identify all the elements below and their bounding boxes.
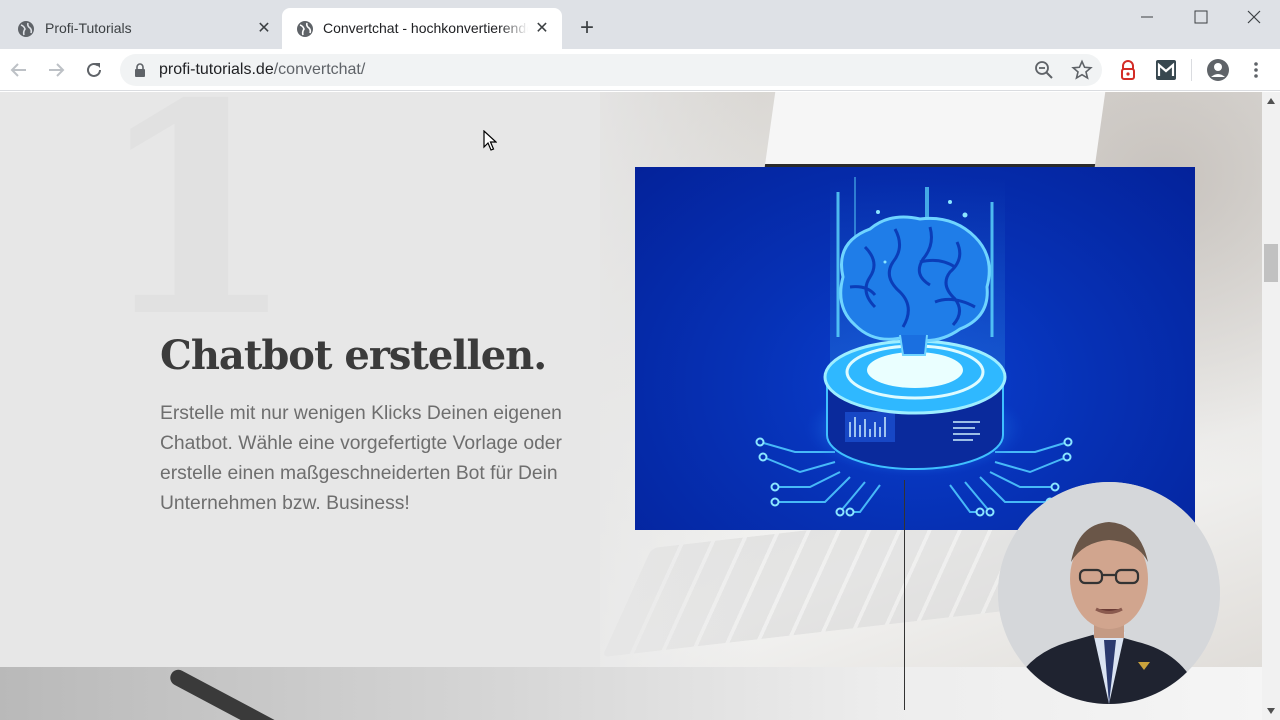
tab-title: Convertchat - hochkonvertierende [323, 8, 528, 49]
step-number: 1 [95, 92, 297, 381]
scroll-down-icon[interactable] [1267, 708, 1275, 714]
minimize-icon[interactable] [1136, 6, 1158, 28]
globe-icon [18, 21, 34, 37]
close-icon[interactable]: ✕ [254, 19, 274, 39]
browser-toolbar: profi-tutorials.de/convertchat/ [0, 49, 1280, 91]
tab-title: Profi-Tutorials [45, 20, 132, 36]
page-viewport: 1 Chatbot erstellen. Erstelle mit nur we… [0, 92, 1262, 720]
address-bar[interactable]: profi-tutorials.de/convertchat/ [120, 54, 1102, 86]
presenter-webcam [998, 482, 1220, 704]
toolbar-separator [1191, 59, 1192, 81]
lastpass-icon[interactable] [1117, 59, 1139, 81]
mouse-cursor-icon [483, 130, 497, 151]
menu-kebab-icon[interactable] [1245, 59, 1267, 81]
divider-line [904, 480, 905, 710]
profile-avatar-icon[interactable] [1206, 58, 1230, 82]
forward-arrow-icon[interactable] [45, 59, 67, 81]
ai-brain-illustration [635, 167, 1195, 530]
close-window-icon[interactable] [1243, 6, 1265, 28]
url-path: /convertchat/ [273, 61, 366, 78]
scrollbar-thumb[interactable] [1264, 244, 1278, 282]
tab-strip: Profi-Tutorials ✕ Convertchat - hochkonv… [0, 0, 1280, 49]
reload-icon[interactable] [83, 59, 105, 81]
tab-profi-tutorials[interactable]: Profi-Tutorials ✕ [0, 8, 282, 49]
section-description: Erstelle mit nur wenigen Klicks Deinen e… [160, 403, 562, 514]
section-heading: Chatbot erstellen. [160, 332, 547, 379]
tab-convertchat[interactable]: Convertchat - hochkonvertierende ✕ [282, 8, 562, 49]
vertical-scrollbar[interactable] [1262, 92, 1280, 720]
brain-illustration-svg [755, 177, 1073, 517]
scroll-up-icon[interactable] [1267, 98, 1275, 104]
lock-icon[interactable] [134, 63, 146, 77]
globe-icon [297, 21, 313, 37]
zoom-out-icon[interactable] [1034, 60, 1054, 80]
url-domain: profi-tutorials.de [159, 61, 274, 78]
maximize-icon[interactable] [1190, 6, 1212, 28]
url-text[interactable]: profi-tutorials.de/convertchat/ [159, 54, 365, 86]
presenter-silhouette [998, 482, 1220, 704]
bookmark-star-icon[interactable] [1071, 59, 1093, 81]
close-icon[interactable]: ✕ [532, 19, 552, 39]
laptop-screen-photo [764, 92, 1106, 167]
new-tab-button[interactable]: + [575, 16, 599, 41]
back-arrow-icon[interactable] [8, 59, 30, 81]
mailtrack-icon[interactable] [1155, 59, 1177, 81]
